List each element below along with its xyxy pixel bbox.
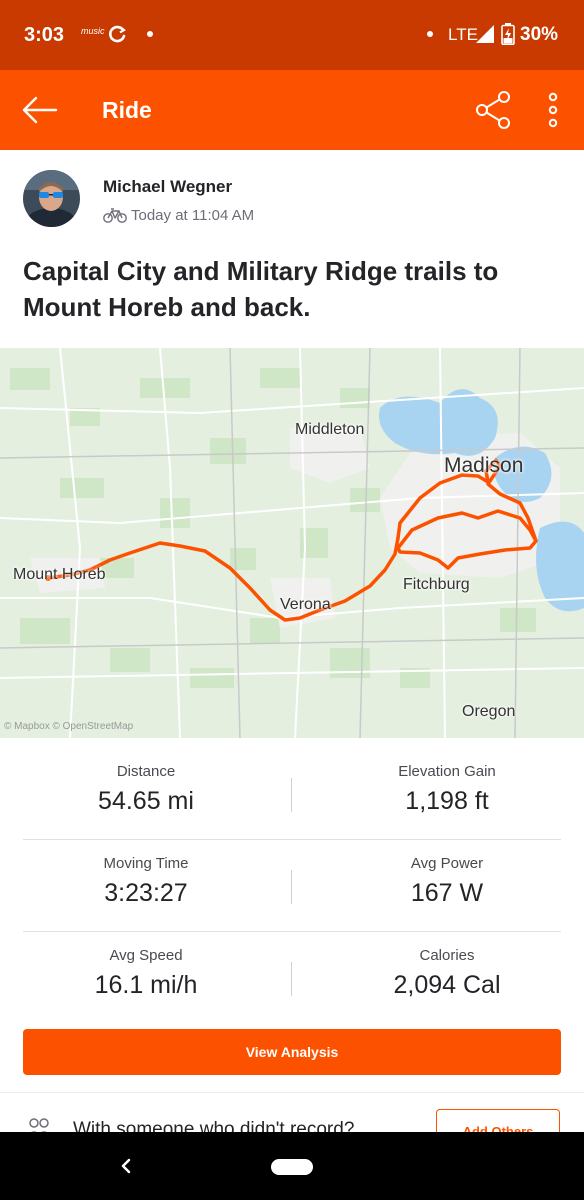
- stat-value: 167 W: [410, 879, 484, 907]
- stat-avg-power: Avg Power 167 W: [315, 840, 579, 932]
- status-bar: 3:03 music LTE 30%: [0, 0, 584, 70]
- avatar[interactable]: [23, 170, 80, 227]
- status-time: 3:03: [24, 24, 65, 46]
- stat-label: Avg Power: [410, 855, 484, 872]
- activity-timestamp: Today at 11:04 AM: [131, 207, 255, 224]
- stat-distance: Distance 54.65 mi: [0, 748, 292, 840]
- back-arrow-icon[interactable]: [18, 90, 62, 130]
- stats-row: Avg Speed 16.1 mi/h Calories 2,094 Cal: [23, 932, 561, 1024]
- amazon-music-icon: music: [81, 26, 105, 36]
- activity-title: Capital City and Military Ridge trails t…: [23, 256, 499, 322]
- sync-icon: [109, 25, 126, 43]
- battery-percentage: 30%: [520, 24, 559, 45]
- stat-calories: Calories 2,094 Cal: [315, 932, 579, 1024]
- divider: [291, 962, 292, 996]
- stat-label: Calories: [419, 947, 475, 964]
- more-vert-icon[interactable]: [540, 90, 566, 130]
- notification-dot-icon: [427, 31, 433, 37]
- stat-moving-time: Moving Time 3:23:27: [0, 840, 292, 932]
- map-label-middleton: Middleton: [295, 421, 365, 438]
- map-label-mount-horeb: Mount Horeb: [13, 566, 106, 583]
- stat-value: 2,094 Cal: [393, 971, 501, 999]
- battery-charging-icon: [501, 23, 515, 45]
- add-others-prompt-text: With someone who didn't record?: [73, 1119, 355, 1132]
- network-type: LTE: [448, 25, 478, 44]
- people-icon: [29, 1118, 49, 1132]
- notification-dot-icon: [147, 31, 153, 37]
- stats-row: Moving Time 3:23:27 Avg Power 167 W: [23, 840, 561, 932]
- add-others-button[interactable]: Add Others: [436, 1109, 560, 1132]
- nav-home-pill[interactable]: [271, 1159, 313, 1175]
- map-label-fitchburg: Fitchburg: [403, 576, 470, 593]
- share-icon[interactable]: [474, 89, 514, 131]
- map-label-oregon: Oregon: [462, 703, 516, 720]
- nav-back-icon[interactable]: [118, 1154, 134, 1178]
- stats-row: Distance 54.65 mi Elevation Gain 1,198 f…: [23, 748, 561, 840]
- stat-label: Distance: [116, 763, 176, 780]
- stat-value: 1,198 ft: [405, 787, 489, 815]
- divider: [291, 778, 292, 812]
- stat-elevation-gain: Elevation Gain 1,198 ft: [315, 748, 579, 840]
- map-label-verona: Verona: [280, 596, 331, 613]
- map-canvas: [0, 348, 584, 738]
- page-title: Ride: [102, 97, 152, 123]
- stat-value: 54.65 mi: [98, 787, 194, 815]
- app-bar: Ride: [0, 70, 584, 150]
- map-label-madison: Madison: [444, 454, 524, 477]
- stat-avg-speed: Avg Speed 16.1 mi/h: [0, 932, 292, 1024]
- stat-label: Moving Time: [103, 855, 189, 872]
- stat-value: 3:23:27: [104, 879, 188, 907]
- map-attribution[interactable]: © Mapbox © OpenStreetMap: [4, 721, 133, 732]
- system-nav-bar: [0, 1132, 584, 1200]
- add-others-prompt: With someone who didn't record? Add Othe…: [0, 1092, 584, 1132]
- view-analysis-button[interactable]: View Analysis: [23, 1029, 561, 1075]
- bike-icon: [103, 208, 127, 223]
- stat-label: Avg Speed: [109, 947, 183, 964]
- athlete-name[interactable]: Michael Wegner: [103, 177, 232, 197]
- stat-label: Elevation Gain: [398, 763, 496, 780]
- signal-icon: [476, 25, 494, 43]
- divider: [291, 870, 292, 904]
- stat-value: 16.1 mi/h: [94, 971, 198, 999]
- route-map[interactable]: Middleton Madison Mount Horeb Verona Fit…: [0, 348, 584, 738]
